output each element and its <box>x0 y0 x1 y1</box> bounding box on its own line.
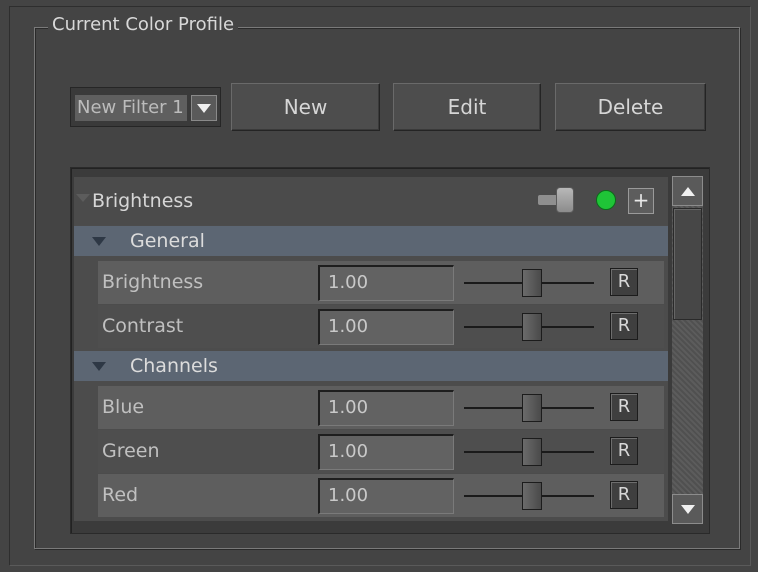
param-row-green: Green 1.00 R <box>98 430 664 473</box>
param-slider[interactable] <box>464 267 594 299</box>
param-label: Brightness <box>102 271 204 293</box>
param-slider[interactable] <box>464 392 594 424</box>
filter-list: Brightness + General Brightness 1.00 R C… <box>74 177 668 521</box>
reset-button[interactable]: R <box>610 268 638 296</box>
slider-handle[interactable] <box>522 394 542 422</box>
filter-enable-toggle[interactable] <box>536 185 578 215</box>
param-value-input[interactable]: 1.00 <box>318 434 454 470</box>
param-value-input[interactable]: 1.00 <box>318 478 454 514</box>
param-row-brightness: Brightness 1.00 R <box>98 261 664 304</box>
param-row-red: Red 1.00 R <box>98 474 664 517</box>
param-slider[interactable] <box>464 311 594 343</box>
dropdown-arrow-icon[interactable] <box>191 95 217 121</box>
param-label: Red <box>102 484 139 506</box>
delete-button[interactable]: Delete <box>555 83 706 131</box>
slider-handle[interactable] <box>522 438 542 466</box>
filter-name: Brightness <box>92 190 194 212</box>
slider-handle[interactable] <box>522 313 542 341</box>
add-button[interactable]: + <box>628 188 654 214</box>
scroll-thumb[interactable] <box>673 208 702 320</box>
section-label: Channels <box>130 355 218 377</box>
reset-button[interactable]: R <box>610 437 638 465</box>
collapse-triangle-icon[interactable] <box>76 194 90 202</box>
param-label: Green <box>102 440 160 462</box>
group-title: Current Color Profile <box>48 13 239 37</box>
param-row-contrast: Contrast 1.00 R <box>98 305 664 348</box>
collapse-triangle-icon[interactable] <box>92 362 106 371</box>
slider-handle[interactable] <box>522 269 542 297</box>
param-value-input[interactable]: 1.00 <box>318 309 454 345</box>
section-label: General <box>130 230 205 252</box>
param-value-input[interactable]: 1.00 <box>318 390 454 426</box>
collapse-triangle-icon[interactable] <box>92 237 106 246</box>
reset-button[interactable]: R <box>610 393 638 421</box>
param-row-blue: Blue 1.00 R <box>98 386 664 429</box>
vertical-scrollbar[interactable] <box>672 176 703 524</box>
status-indicator <box>596 190 616 210</box>
section-general[interactable]: General <box>74 226 668 256</box>
filter-header[interactable]: Brightness + <box>74 177 668 225</box>
reset-button[interactable]: R <box>610 481 638 509</box>
scroll-up-arrow-icon[interactable] <box>672 176 703 206</box>
scroll-down-arrow-icon[interactable] <box>672 494 703 524</box>
param-slider[interactable] <box>464 480 594 512</box>
section-channels[interactable]: Channels <box>74 351 668 381</box>
new-button[interactable]: New <box>231 83 380 131</box>
param-slider[interactable] <box>464 436 594 468</box>
edit-button[interactable]: Edit <box>393 83 541 131</box>
toggle-knob[interactable] <box>556 187 574 213</box>
reset-button[interactable]: R <box>610 312 638 340</box>
slider-handle[interactable] <box>522 482 542 510</box>
param-label: Contrast <box>102 315 184 337</box>
param-value-input[interactable]: 1.00 <box>318 265 454 301</box>
filter-select[interactable]: New Filter 1 <box>70 87 221 127</box>
filter-select-value: New Filter 1 <box>75 95 187 121</box>
param-label: Blue <box>102 396 145 418</box>
